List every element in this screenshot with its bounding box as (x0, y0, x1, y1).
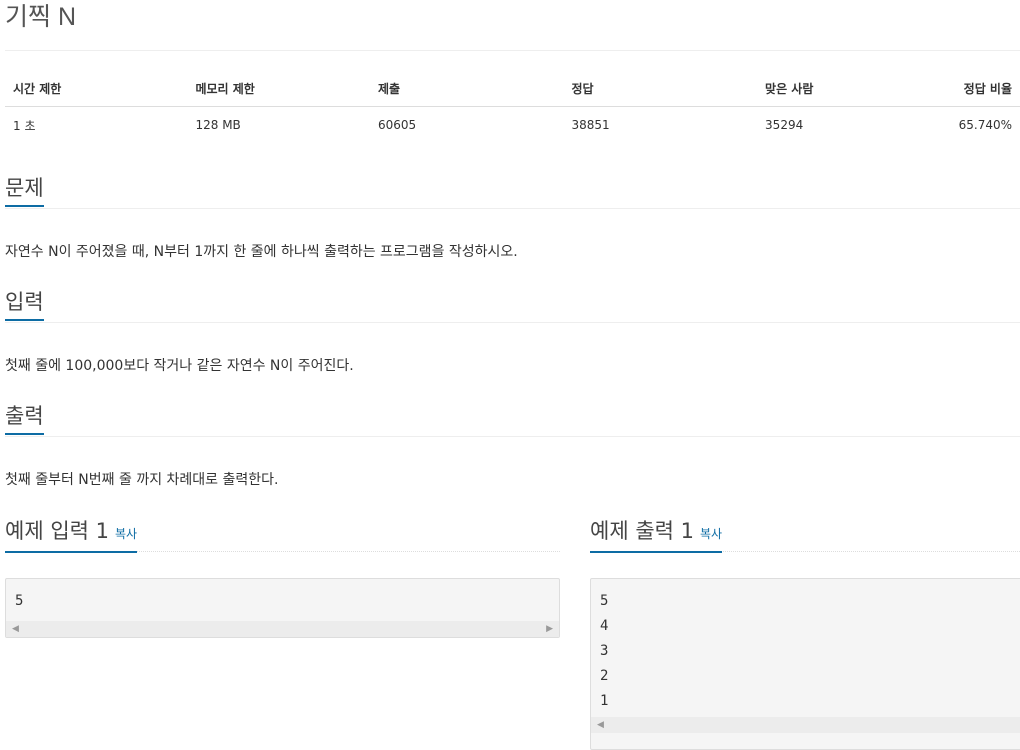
sample-output-header: 예제 출력 1 복사 (590, 515, 1020, 553)
right-arrow-icon[interactable]: ▶ (546, 624, 553, 634)
sample-input-copy-link[interactable]: 복사 (115, 527, 137, 541)
sample-input-lines: 5 (6, 579, 559, 616)
title-divider (5, 50, 1020, 51)
input-heading: 입력 (5, 286, 44, 321)
stats-submissions: 60605 (377, 118, 417, 132)
sample-input-line: 5 (15, 593, 24, 609)
output-heading: 출력 (5, 400, 44, 435)
stats-header-memory-limit: 메모리 제한 (187, 70, 370, 107)
left-arrow-icon[interactable]: ◀ (12, 624, 19, 634)
sample-output-scrollbar[interactable]: ◀ (591, 717, 1020, 733)
sample-input-heading-wrap: 예제 입력 1 복사 (5, 515, 138, 553)
description-section-header: 문제 (5, 172, 1020, 209)
stats-header-row: 시간 제한 메모리 제한 제출 정답 맞은 사람 정답 비율 (5, 70, 1020, 107)
sample-input-header: 예제 입력 1 복사 (5, 515, 560, 553)
sample-output-line: 4 (600, 618, 609, 634)
stats-ratio: 65.740% (958, 118, 1012, 132)
input-text: 첫째 줄에 100,000보다 작거나 같은 자연수 N이 주어진다. (5, 358, 354, 374)
output-section-header: 출력 (5, 400, 1020, 437)
stats-header-ratio: 정답 비율 (950, 70, 1020, 107)
stats-header-solvers: 맞은 사람 (757, 70, 951, 107)
sample-output-line: 3 (600, 643, 609, 659)
stats-header-submissions: 제출 (369, 70, 564, 107)
description-text: 자연수 N이 주어졌을 때, N부터 1까지 한 줄에 하나씩 출력하는 프로그… (5, 244, 518, 260)
stats-accepted: 38851 (571, 118, 610, 132)
problem-stats-table: 시간 제한 메모리 제한 제출 정답 맞은 사람 정답 비율 1 초 128 M… (5, 70, 1020, 143)
sample-output-line: 1 (600, 693, 609, 709)
sample-output-box[interactable]: 5 4 3 2 1 ◀ (590, 578, 1020, 750)
page-title: 기찍 N (5, 3, 77, 31)
stats-time-limit: 1 초 (13, 118, 36, 133)
stats-value-row: 1 초 128 MB 60605 38851 35294 65.740% (5, 107, 1020, 144)
sample-output-line: 5 (600, 593, 609, 609)
stats-header-time-limit: 시간 제한 (5, 70, 188, 107)
left-arrow-icon[interactable]: ◀ (597, 720, 604, 730)
sample-output-lines: 5 4 3 2 1 (591, 579, 1020, 716)
description-heading: 문제 (5, 172, 44, 207)
sample-input-heading: 예제 입력 1 (5, 519, 109, 543)
output-text: 첫째 줄부터 N번째 줄 까지 차례대로 출력한다. (5, 472, 279, 488)
sample-output-line: 2 (600, 668, 609, 684)
sample-input-box[interactable]: 5 ◀ ▶ (5, 578, 560, 638)
sample-output-heading-wrap: 예제 출력 1 복사 (590, 515, 723, 553)
sample-output-heading: 예제 출력 1 (590, 519, 694, 543)
input-section-header: 입력 (5, 286, 1020, 323)
stats-solvers: 35294 (765, 118, 804, 132)
sample-input-scrollbar[interactable]: ◀ ▶ (6, 621, 559, 637)
stats-memory-limit: 128 MB (195, 118, 241, 132)
sample-output-copy-link[interactable]: 복사 (700, 527, 722, 541)
stats-header-accepted: 정답 (563, 70, 758, 107)
